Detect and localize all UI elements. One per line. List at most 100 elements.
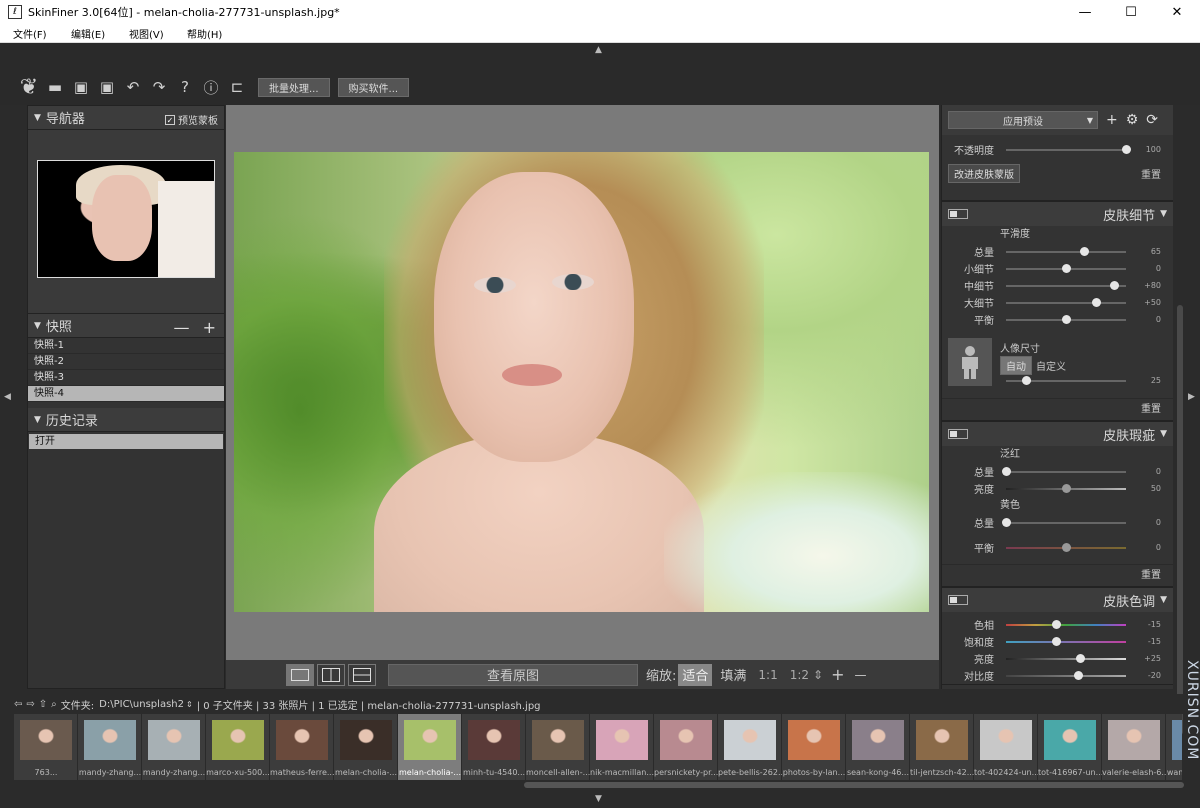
slider-knob[interactable] [1062,314,1071,324]
thumbnail[interactable]: matheus-ferre... [270,714,334,780]
skin-tone-slider[interactable]: 色相 -15 [942,616,1173,633]
reset-button[interactable]: 重置 [942,398,1173,420]
slider-knob[interactable] [1092,297,1101,307]
redo-icon[interactable]: ↷ [146,76,172,98]
navigator-thumbnail[interactable] [37,160,215,278]
info-icon[interactable]: ⓘ [198,76,224,98]
zoom-stepper-icon[interactable]: ⇕ [813,668,823,682]
thumbnail[interactable]: mandy-zhang... [142,714,206,780]
add-preset-icon[interactable]: + [1106,112,1118,128]
skin-tone-slider[interactable]: 对比度 -20 [942,667,1173,684]
folder-stepper-icon[interactable]: ⇕ [186,700,193,709]
history-item[interactable]: 打开 [29,434,223,449]
slider-knob[interactable] [1110,280,1119,290]
slider-knob[interactable] [1074,670,1083,680]
save-as-icon[interactable]: ▣ [94,76,120,98]
refresh-icon[interactable]: ⟳ [1146,112,1158,128]
zoom-out-button[interactable]: — [855,668,867,682]
forward-arrow-icon[interactable]: ⇨ [26,699,34,710]
history-header[interactable]: ▼ 历史记录 [28,408,224,432]
navigator-header[interactable]: ▼ 导航器 ✓ 预览蒙板 [28,106,224,130]
snapshot-item[interactable]: 快照-3 [28,370,224,386]
snapshot-item[interactable]: 快照-2 [28,354,224,370]
snapshot-add-remove[interactable]: — + [174,318,221,337]
gear-icon[interactable]: ⚙ [1126,112,1139,128]
view-original-button[interactable]: 查看原图 [388,663,638,686]
search-icon[interactable]: ⌕ [51,699,57,710]
opacity-slider[interactable]: 不透明度 100 [942,141,1173,158]
thumbnail[interactable]: minh-tu-4540... [462,714,526,780]
thumbnail[interactable]: tot-416967-un... [1038,714,1102,780]
zoom-fill-button[interactable]: 填满 [720,665,746,684]
redness-brightness-slider[interactable]: 亮度 50 [942,480,1173,497]
skin-detail-slider[interactable]: 大细节 +50 [942,294,1173,311]
save-icon[interactable]: ▣ [68,76,94,98]
improve-mask-button[interactable]: 改进皮肤蒙版 [948,164,1020,183]
close-button[interactable]: ✕ [1154,0,1200,24]
skin-detail-header[interactable]: 皮肤细节 ▼ [942,201,1173,226]
custom-size-button[interactable]: 自定义 [1036,358,1066,373]
skin-tone-slider[interactable]: 亮度 +25 [942,650,1173,667]
thumbnail[interactable]: marco-xu-500... [206,714,270,780]
right-panel-scrollbar[interactable] [1175,105,1184,735]
thumbnail[interactable]: tot-402424-un... [974,714,1038,780]
redness-amount-slider[interactable]: 总量 0 [942,463,1173,480]
help-icon[interactable]: ? [172,76,198,98]
image-canvas[interactable] [226,105,939,660]
zoom-1-2-button[interactable]: 1:2 [790,668,809,682]
skin-detail-slider[interactable]: 小细节 0 [942,260,1173,277]
slider-knob[interactable] [1076,653,1086,663]
edited-photo[interactable] [234,152,929,612]
skin-tone-header[interactable]: 皮肤色调 ▼ [942,587,1173,612]
slider-knob[interactable] [1080,246,1089,256]
skin-detail-slider[interactable]: 平衡 0 [942,311,1173,328]
thumbnail[interactable]: melan-cholia-... [334,714,398,780]
reset-button[interactable]: 重置 [942,564,1173,586]
slider-knob[interactable] [1002,517,1011,527]
menu-view[interactable]: 视图(V) [116,26,174,41]
yellow-amount-slider[interactable]: 总量 0 [942,514,1173,531]
undo-icon[interactable]: ↶ [120,76,146,98]
plugin-icon[interactable]: ⊏ [224,76,250,98]
thumbnail[interactable]: til-jentzsch-42... [910,714,974,780]
skin-detail-slider[interactable]: 总量 65 [942,243,1173,260]
batch-process-button[interactable]: 批量处理... [258,77,330,97]
collapse-left-icon[interactable]: ◀ [4,392,11,402]
slider-knob[interactable] [1052,636,1062,646]
skin-blemish-header[interactable]: 皮肤瑕疵 ▼ [942,421,1173,446]
menu-edit[interactable]: 编辑(E) [58,26,116,41]
preset-dropdown[interactable]: 应用预设 ▼ [948,111,1098,129]
collapse-top-icon[interactable]: ▲ [595,45,602,55]
thumbnail[interactable]: persnickety-pr... [654,714,718,780]
menu-help[interactable]: 帮助(H) [174,26,232,41]
minimize-button[interactable]: — [1062,0,1108,24]
folder-path-select[interactable]: D:\PIC\unsplash2 [99,699,184,710]
toggle-switch[interactable] [948,595,968,605]
preview-mask-checkbox[interactable]: ✓ 预览蒙板 [165,112,218,127]
single-view-button[interactable] [286,663,314,686]
toggle-switch[interactable] [948,429,968,439]
skin-detail-slider[interactable]: 中细节 +80 [942,277,1173,294]
toggle-switch[interactable] [948,209,968,219]
snapshot-item-selected[interactable]: 快照-4 [28,386,224,402]
up-arrow-icon[interactable]: ⇧ [39,699,47,710]
thumbnail[interactable]: moncell-allen-... [526,714,590,780]
maximize-button[interactable]: ☐ [1108,0,1154,24]
slider-knob[interactable] [1062,483,1071,493]
slider-knob[interactable] [1002,466,1011,476]
filmstrip-scrollbar[interactable] [14,780,1184,790]
collapse-bottom-icon[interactable]: ▼ [595,794,602,804]
split-horizontal-button[interactable] [348,663,376,686]
skin-tone-slider[interactable]: 饱和度 -15 [942,633,1173,650]
thumbnail-selected[interactable]: melan-cholia-... [398,714,462,780]
thumbnail[interactable]: 763... [14,714,78,780]
zoom-fit-button[interactable]: 适合 [678,663,713,686]
buy-software-button[interactable]: 购买软件... [337,77,410,97]
collapse-right-icon[interactable]: ▶ [1188,392,1195,402]
thumbnail[interactable]: nik-macmillan... [590,714,654,780]
snapshot-item[interactable]: 快照-1 [28,338,224,354]
open-folder-icon[interactable]: ▬ [42,76,68,98]
menu-file[interactable]: 文件(F) [0,26,58,41]
thumbnail[interactable]: sean-kong-46... [846,714,910,780]
zoom-1-1-button[interactable]: 1:1 [758,668,777,682]
